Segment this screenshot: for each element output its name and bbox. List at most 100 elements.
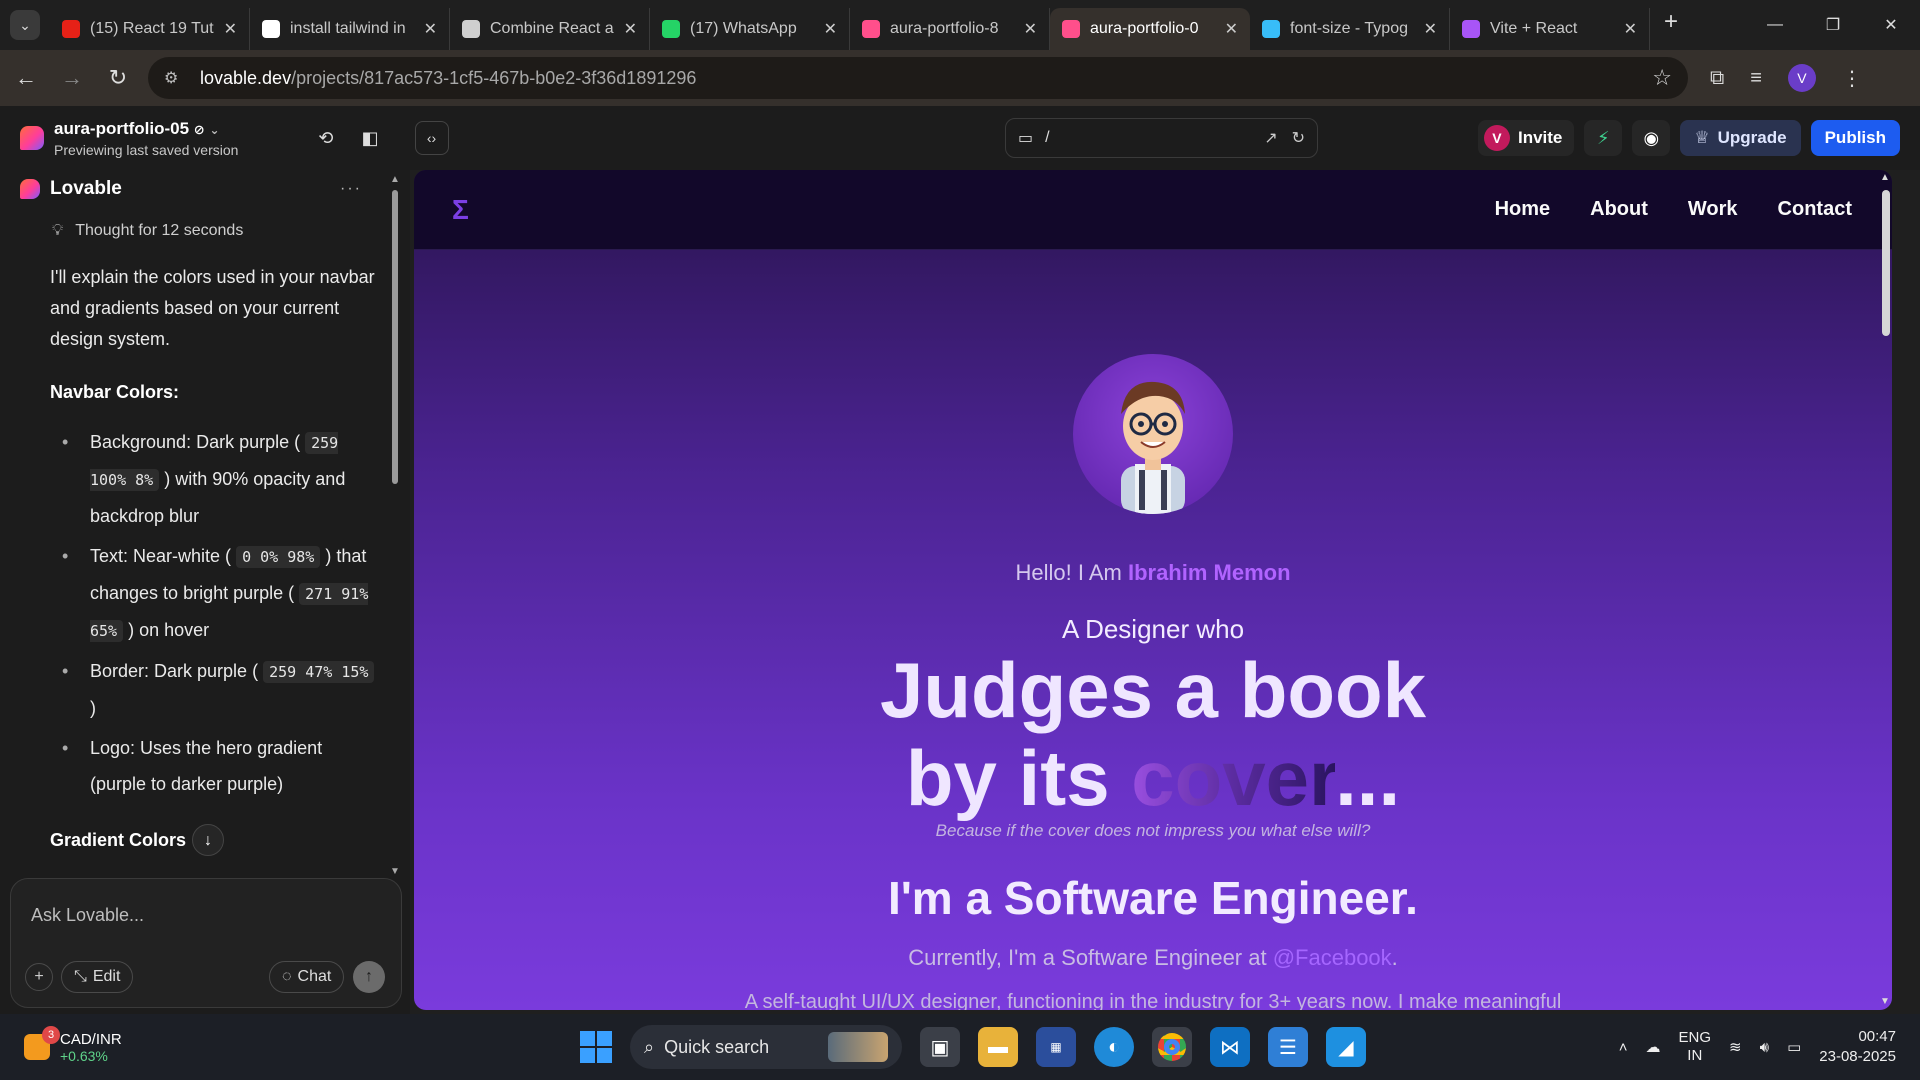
nav-link-work[interactable]: Work — [1688, 198, 1738, 221]
message-header: Lovable ··· — [0, 172, 410, 206]
restore-button[interactable]: ❐ — [1804, 0, 1862, 50]
onedrive-icon[interactable]: ☁ — [1646, 1038, 1661, 1056]
address-bar[interactable]: ⚙ lovable.dev/projects/817ac573-1cf5-467… — [148, 57, 1688, 99]
back-button[interactable]: ← — [6, 58, 46, 98]
lovable-icon — [862, 20, 880, 38]
scroll-down-arrow-icon[interactable]: ▼ — [390, 866, 400, 877]
history-icon[interactable]: ⟲ — [318, 128, 333, 149]
preview-path-bar[interactable]: ▭ / ↗ ↻ — [1005, 118, 1318, 158]
whatsapp-icon — [662, 20, 680, 38]
sender-name: Lovable — [50, 178, 122, 199]
browser-tab[interactable]: font-size - Typog ✕ — [1250, 8, 1450, 50]
attach-button[interactable]: + — [25, 963, 53, 991]
chrome-icon[interactable] — [1152, 1027, 1192, 1067]
nav-link-contact[interactable]: Contact — [1778, 198, 1852, 221]
media-control-icon[interactable]: ≡ — [1750, 67, 1762, 90]
stock-widget[interactable]: 3 CAD/INR +0.63% — [24, 1026, 122, 1064]
scrollbar-thumb[interactable] — [392, 190, 398, 484]
thought-indicator[interactable]: 💡︎ Thought for 12 seconds — [52, 222, 410, 240]
browser-tab[interactable]: install tailwind in ✕ — [250, 8, 450, 50]
language-indicator[interactable]: ENG IN — [1679, 1029, 1712, 1065]
forward-button[interactable]: → — [52, 58, 92, 98]
reload-button[interactable]: ↻ — [98, 58, 138, 98]
assistant-message: I'll explain the colors used in your nav… — [0, 262, 410, 856]
color-list: Background: Dark purple ( 259 100% 8% ) … — [50, 424, 380, 802]
close-tab-icon[interactable]: ✕ — [1024, 19, 1037, 39]
battery-icon[interactable]: ▭ — [1787, 1038, 1801, 1056]
browser-tab[interactable]: Combine React a ✕ — [450, 8, 650, 50]
site-logo[interactable]: Σ — [452, 194, 469, 226]
chat-composer[interactable]: Ask Lovable... + ⤡ Edit ◌ Chat ↑ — [10, 878, 402, 1008]
edit-mode-button[interactable]: ⤡ Edit — [61, 961, 134, 993]
composer-input[interactable]: Ask Lovable... — [31, 905, 144, 926]
browser-tab[interactable]: (17) WhatsApp ✕ — [650, 8, 850, 50]
nav-link-about[interactable]: About — [1590, 198, 1648, 221]
open-external-icon[interactable]: ↗ — [1264, 128, 1277, 148]
profile-avatar[interactable]: V — [1787, 64, 1816, 92]
bookmark-star-icon[interactable]: ☆ — [1652, 65, 1672, 91]
close-tab-icon[interactable]: ✕ — [1424, 19, 1437, 39]
windows-start-icon[interactable] — [580, 1031, 612, 1063]
scroll-down-button[interactable]: ↓ — [192, 824, 225, 856]
openai-icon — [462, 20, 480, 38]
browser-tab[interactable]: Vite + React ✕ — [1450, 8, 1650, 50]
refresh-preview-icon[interactable]: ↻ — [1292, 128, 1305, 148]
chat-scrollbar[interactable]: ▲ ▼ — [390, 174, 400, 877]
close-tab-icon[interactable]: ✕ — [1624, 19, 1637, 39]
clock[interactable]: 00:47 23-08-2025 — [1819, 1027, 1896, 1067]
nav-link-home[interactable]: Home — [1495, 198, 1551, 221]
more-menu-icon[interactable]: ⋮ — [1842, 66, 1862, 91]
message-menu-icon[interactable]: ··· — [340, 180, 362, 198]
show-hidden-icons-icon[interactable]: ˄ — [1619, 1039, 1628, 1056]
hero-name: Ibrahim Memon — [1127, 560, 1291, 585]
taskbar-search[interactable]: ⌕ Quick search — [630, 1025, 902, 1069]
supabase-button[interactable]: ⚡ — [1584, 120, 1623, 156]
close-tab-icon[interactable]: ✕ — [824, 19, 837, 39]
close-tab-icon[interactable]: ✕ — [624, 19, 637, 39]
vscode-icon[interactable]: ⋈ — [1210, 1027, 1250, 1067]
file-explorer-icon[interactable]: ▬ — [978, 1027, 1018, 1067]
browser-tab[interactable]: (15) React 19 Tut ✕ — [50, 8, 250, 50]
upgrade-button[interactable]: ♕ Upgrade — [1680, 120, 1801, 156]
sidebar-toggle-icon[interactable]: ◧ — [362, 128, 379, 149]
edge-icon[interactable]: ◐ — [1094, 1027, 1134, 1067]
scroll-up-arrow-icon[interactable]: ▲ — [1880, 172, 1890, 183]
search-label: Quick search — [664, 1036, 770, 1057]
volume-icon[interactable]: 🔊︎ — [1760, 1039, 1769, 1056]
publish-button[interactable]: Publish — [1810, 120, 1900, 156]
scroll-up-arrow-icon[interactable]: ▲ — [390, 174, 400, 185]
minimize-button[interactable]: — — [1746, 0, 1804, 50]
scrollbar-thumb[interactable] — [1882, 190, 1890, 336]
site-settings-icon[interactable]: ⚙ — [164, 68, 186, 88]
hero-headline-line1: Judges a book — [879, 646, 1427, 734]
extensions-icon[interactable]: ⧉ — [1710, 67, 1724, 90]
store-app-icon[interactable]: ◢ — [1326, 1027, 1366, 1067]
github-button[interactable]: ◉ — [1632, 120, 1671, 156]
close-window-button[interactable]: ✕ — [1862, 0, 1920, 50]
code-view-button[interactable]: ‹› — [414, 121, 449, 155]
close-tab-icon[interactable]: ✕ — [424, 19, 437, 39]
invite-button[interactable]: V Invite — [1477, 120, 1575, 156]
project-selector[interactable]: aura-portfolio-05 ⊘ ⌄ Previewing last sa… — [20, 119, 238, 158]
dev-app-icon[interactable]: ▦ — [1036, 1027, 1076, 1067]
notepad-icon[interactable]: ☰ — [1268, 1027, 1308, 1067]
github-icon: ◉ — [1643, 127, 1660, 148]
preview-scrollbar[interactable]: ▲ ▼ — [1878, 170, 1892, 1010]
list-item: Logo: Uses the hero gradient (purple to … — [50, 730, 380, 802]
device-icon[interactable]: ▭ — [1018, 128, 1033, 148]
send-button[interactable]: ↑ — [353, 961, 385, 993]
browser-tab[interactable]: aura-portfolio-0 ✕ — [1050, 8, 1250, 50]
tab-search-button[interactable]: ⌄ — [10, 10, 40, 40]
wifi-icon[interactable]: ≋ — [1729, 1038, 1742, 1056]
browser-tab[interactable]: aura-portfolio-8 ✕ — [850, 8, 1050, 50]
list-item: Border: Dark purple ( 259 47% 15% ) — [50, 653, 380, 726]
close-tab-icon[interactable]: ✕ — [1225, 19, 1238, 39]
headline-cover: cover — [1131, 734, 1336, 822]
chat-mode-button[interactable]: ◌ Chat — [269, 961, 345, 993]
company-link[interactable]: @Facebook — [1273, 945, 1392, 970]
task-view-icon[interactable]: ▣ — [920, 1027, 960, 1067]
tab-title: install tailwind in — [290, 20, 406, 37]
scroll-down-arrow-icon[interactable]: ▼ — [1880, 996, 1890, 1007]
close-tab-icon[interactable]: ✕ — [224, 19, 237, 39]
new-tab-button[interactable]: + — [1664, 8, 1678, 36]
